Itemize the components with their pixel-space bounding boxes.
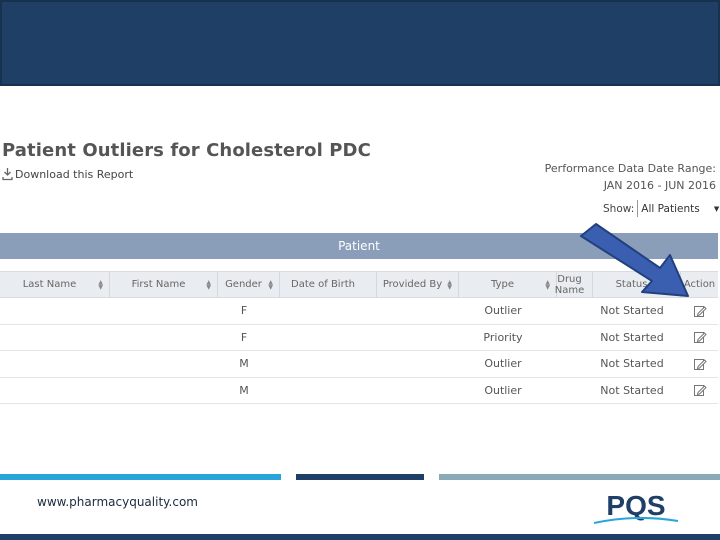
footer-stripe-navy bbox=[296, 474, 424, 480]
cell-provided-by bbox=[377, 298, 459, 324]
column-header-last-name[interactable]: Last Name ▲ ▼ bbox=[0, 272, 110, 297]
cell-dob bbox=[280, 351, 377, 377]
cell-first-name bbox=[110, 351, 218, 377]
cell-provided-by bbox=[377, 351, 459, 377]
cell-status: Not Started bbox=[600, 383, 664, 397]
column-header-provided-by[interactable]: Provided By ▲ ▼ bbox=[377, 272, 459, 297]
edit-icon[interactable] bbox=[693, 383, 707, 397]
download-report-label[interactable]: Download this Report bbox=[15, 168, 133, 181]
sort-icon[interactable]: ▲ ▼ bbox=[268, 280, 273, 291]
pqs-logo: PQS bbox=[593, 490, 679, 524]
arrow-pointer bbox=[580, 223, 689, 297]
download-report-link[interactable]: Download this Report bbox=[2, 167, 133, 181]
cell-type: Outlier bbox=[484, 383, 522, 397]
edit-icon[interactable] bbox=[693, 330, 707, 344]
performance-range-value: JAN 2016 - JUN 2016 bbox=[603, 179, 716, 192]
cell-gender: F bbox=[240, 304, 248, 318]
page-title: Patient Outliers for Cholesterol PDC bbox=[2, 140, 371, 161]
cell-dob bbox=[280, 325, 377, 351]
show-select-value: All Patients bbox=[641, 202, 700, 215]
footer-stripe-gray bbox=[439, 474, 720, 480]
sort-icon[interactable]: ▲ ▼ bbox=[206, 280, 211, 291]
sort-icon[interactable]: ▲ ▼ bbox=[98, 280, 103, 291]
performance-date-range: Performance Data Date Range: JAN 2016 - … bbox=[545, 160, 716, 194]
cell-type: Priority bbox=[483, 330, 523, 344]
table-row: F Priority Not Started bbox=[0, 325, 718, 351]
cell-status: Not Started bbox=[600, 330, 664, 344]
cell-provided-by bbox=[377, 325, 459, 351]
column-header-first-name[interactable]: First Name ▲ ▼ bbox=[110, 272, 218, 297]
column-header-gender[interactable]: Gender ▲ ▼ bbox=[218, 272, 280, 297]
cell-first-name bbox=[110, 298, 218, 324]
cell-last-name bbox=[0, 351, 110, 377]
sort-icon[interactable]: ▲ ▼ bbox=[447, 280, 452, 291]
footer-stripe-blue bbox=[0, 474, 281, 480]
sort-icon[interactable]: ▲ ▼ bbox=[545, 280, 550, 291]
download-icon bbox=[2, 168, 13, 181]
cell-last-name bbox=[0, 298, 110, 324]
performance-range-label: Performance Data Date Range: bbox=[544, 162, 716, 175]
edit-icon[interactable] bbox=[693, 304, 707, 318]
cell-drug-name bbox=[557, 378, 593, 404]
show-select[interactable]: All Patients ▼ bbox=[637, 200, 720, 217]
chevron-down-icon: ▼ bbox=[713, 204, 720, 213]
cell-type: Outlier bbox=[484, 304, 522, 318]
table-row: M Outlier Not Started bbox=[0, 351, 718, 378]
cell-action bbox=[681, 351, 718, 377]
cell-gender: F bbox=[240, 330, 248, 344]
column-header-type[interactable]: Type ▲ ▼ bbox=[459, 272, 557, 297]
edit-icon[interactable] bbox=[693, 357, 707, 371]
cell-drug-name bbox=[557, 351, 593, 377]
cell-gender: M bbox=[239, 357, 249, 371]
cell-action bbox=[681, 325, 718, 351]
column-header-date-of-birth[interactable]: Date of Birth bbox=[280, 272, 377, 297]
header-banner bbox=[0, 0, 720, 86]
table-row: M Outlier Not Started bbox=[0, 378, 718, 404]
cell-last-name bbox=[0, 325, 110, 351]
cell-dob bbox=[280, 378, 377, 404]
cell-dob bbox=[280, 298, 377, 324]
show-filter: Show: All Patients ▼ bbox=[603, 200, 720, 217]
cell-type: Outlier bbox=[484, 357, 522, 371]
cell-last-name bbox=[0, 378, 110, 404]
footer-url: www.pharmacyquality.com bbox=[37, 495, 198, 509]
cell-provided-by bbox=[377, 378, 459, 404]
show-label: Show: bbox=[603, 202, 635, 215]
cell-gender: M bbox=[239, 383, 249, 397]
footer-bar bbox=[0, 534, 720, 540]
logo-text: PQS bbox=[606, 490, 665, 521]
cell-drug-name bbox=[557, 325, 593, 351]
cell-status: Not Started bbox=[600, 357, 664, 371]
cell-first-name bbox=[110, 325, 218, 351]
cell-action bbox=[681, 378, 718, 404]
cell-first-name bbox=[110, 378, 218, 404]
